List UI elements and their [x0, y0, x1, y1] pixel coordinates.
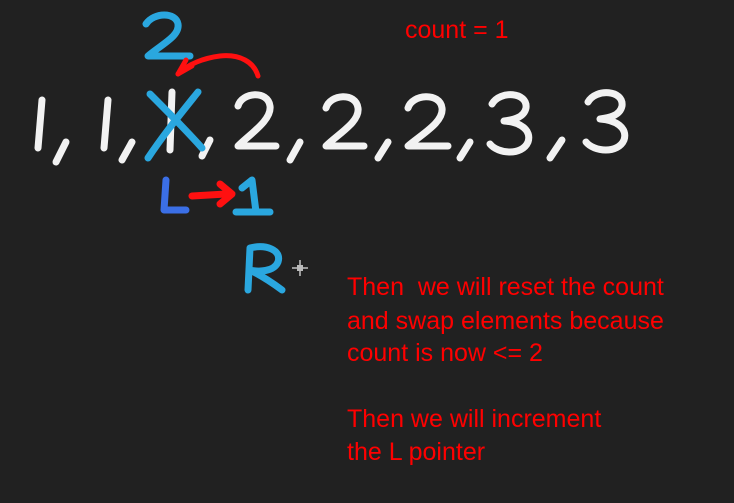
crosshair-cursor-icon: [292, 260, 308, 276]
sequence-digit-2a: [234, 91, 280, 150]
note-line-1: Then we will reset the count: [347, 273, 664, 301]
sequence-digit-1b: [100, 96, 112, 152]
count-label: count = 1: [405, 16, 509, 44]
sequence-comma-2: [118, 138, 136, 164]
whiteboard-canvas: count = 1 Then we will reset the count a…: [0, 0, 734, 503]
note-line-2: and swap elements because: [347, 307, 664, 335]
note-line-5: the L pointer: [347, 438, 486, 466]
sequence-comma-4: [286, 138, 304, 164]
sequence-comma-1: [52, 138, 70, 166]
sequence-comma-5: [374, 138, 392, 162]
sequence-digit-2b: [322, 93, 368, 150]
sequence-comma-6: [456, 138, 474, 162]
pointer-l-label: [160, 176, 190, 214]
sequence-digit-3a: [486, 91, 533, 156]
sequence-digit-1a: [34, 96, 46, 152]
pointer-new-value-1: [232, 176, 274, 216]
sequence-digit-3b: [582, 89, 629, 154]
note-line-3: count is now <= 2: [347, 339, 543, 367]
note-line-4: Then we will increment: [347, 405, 602, 433]
replacement-digit-2: [142, 11, 194, 60]
pointer-r-label: [244, 243, 286, 294]
sequence-comma-7: [546, 136, 566, 162]
sequence-digit-2c: [404, 93, 452, 150]
pointer-move-arrow: [188, 190, 230, 200]
